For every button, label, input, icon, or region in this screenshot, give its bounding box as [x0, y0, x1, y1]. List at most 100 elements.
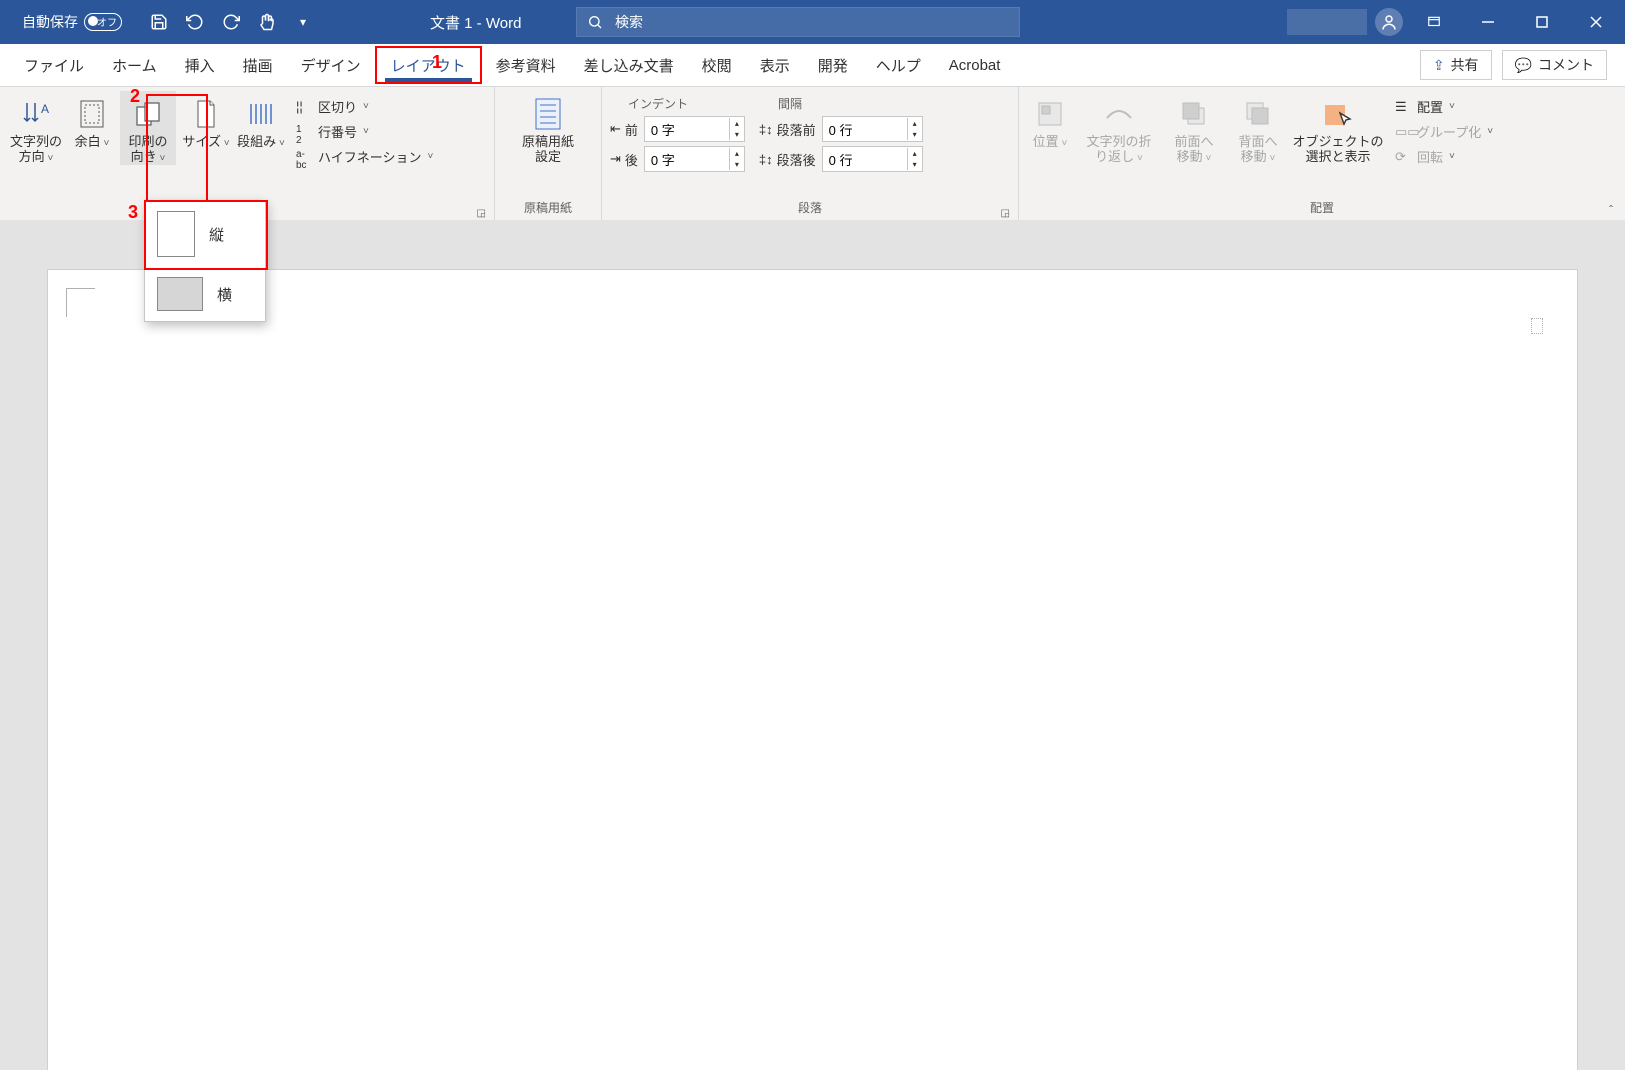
spin-down-icon[interactable]: ▾	[908, 129, 922, 140]
close-button[interactable]	[1573, 0, 1619, 44]
tab-insert[interactable]: 挿入	[171, 44, 229, 86]
group-arrange: 位置 文字列の折 り返し 前面へ 移動 背面へ 移動 オブジェクトの 選択と表示…	[1019, 87, 1625, 221]
margins-icon	[75, 97, 109, 131]
undo-icon[interactable]	[186, 13, 204, 31]
portrait-thumb-icon	[157, 211, 195, 257]
indent-left-icon: ⇤	[610, 121, 621, 137]
share-label: 共有	[1451, 55, 1479, 75]
bring-forward-button: 前面へ 移動	[1165, 91, 1223, 165]
orientation-dropdown: 縦 横	[144, 200, 266, 322]
indent-after-input[interactable]: ▴▾	[644, 146, 745, 172]
tab-home[interactable]: ホーム	[98, 44, 171, 86]
align-icon: ☰	[1395, 99, 1411, 115]
columns-icon	[244, 97, 278, 131]
save-icon[interactable]	[150, 13, 168, 31]
comments-button[interactable]: 💬 コメント	[1502, 50, 1607, 80]
qat-more-icon[interactable]: ▾	[294, 13, 312, 31]
selection-pane-label: オブジェクトの 選択と表示	[1293, 135, 1384, 165]
hyphenation-label: ハイフネーション	[318, 147, 421, 166]
send-backward-label: 背面へ 移動	[1238, 135, 1277, 165]
search-box[interactable]	[576, 7, 1020, 37]
margin-corner-icon	[66, 288, 95, 317]
tab-developer[interactable]: 開発	[804, 44, 862, 86]
size-icon	[189, 97, 223, 131]
user-box[interactable]	[1287, 9, 1367, 35]
spacing-before-input[interactable]: ▴▾	[822, 116, 923, 142]
orientation-portrait-item[interactable]: 縦	[145, 201, 265, 267]
tab-mailings[interactable]: 差し込み文書	[570, 44, 688, 86]
tab-file[interactable]: ファイル	[10, 44, 98, 86]
paragraph-launcher-icon[interactable]: ◲	[1001, 208, 1010, 219]
indent-before-input[interactable]: ▴▾	[644, 116, 745, 142]
text-direction-icon: A	[19, 97, 53, 131]
search-input[interactable]	[613, 13, 1009, 31]
user-avatar-icon[interactable]	[1375, 8, 1403, 36]
columns-button[interactable]: 段組み	[236, 91, 286, 150]
autosave-toggle[interactable]: 自動保存 オフ	[22, 12, 122, 32]
indent-header: インデント	[628, 95, 688, 112]
spin-up-icon[interactable]: ▴	[908, 148, 922, 159]
indent-after-label: 後	[625, 150, 638, 169]
tab-references[interactable]: 参考資料	[482, 44, 570, 86]
group-icon: ▭▭	[1395, 124, 1411, 140]
spin-up-icon[interactable]: ▴	[730, 118, 744, 129]
align-button[interactable]: ☰ 配置	[1395, 97, 1493, 116]
share-button[interactable]: ⇪ 共有	[1420, 50, 1492, 80]
spin-down-icon[interactable]: ▾	[730, 129, 744, 140]
group-manuscript: 原稿用紙 設定 原稿用紙	[495, 87, 602, 221]
wrap-text-icon	[1102, 97, 1136, 131]
rotate-icon: ⟳	[1395, 149, 1411, 165]
spin-up-icon[interactable]: ▴	[730, 148, 744, 159]
tab-acrobat[interactable]: Acrobat	[935, 44, 1015, 86]
spacing-before-label: 段落前	[777, 120, 816, 139]
spacing-header: 間隔	[778, 95, 802, 112]
columns-label: 段組み	[237, 135, 285, 150]
svg-text:A: A	[41, 102, 49, 116]
share-icon: ⇪	[1433, 57, 1445, 74]
touch-icon[interactable]	[258, 13, 276, 31]
rotate-label: 回転	[1417, 147, 1443, 166]
group-objects-button: ▭▭グループ化	[1395, 122, 1493, 141]
collapse-ribbon-icon[interactable]: ˆ	[1609, 203, 1613, 217]
tab-design[interactable]: デザイン	[287, 44, 375, 86]
maximize-button[interactable]	[1519, 0, 1565, 44]
selection-pane-button[interactable]: オブジェクトの 選択と表示	[1293, 91, 1383, 165]
text-direction-button[interactable]: A 文字列の 方向	[8, 91, 64, 165]
wrap-text-label: 文字列の折 り返し	[1086, 135, 1151, 165]
margins-button[interactable]: 余白	[70, 91, 114, 150]
spin-up-icon[interactable]: ▴	[908, 118, 922, 129]
tab-help[interactable]: ヘルプ	[862, 44, 935, 86]
line-numbers-button[interactable]: 12行番号	[296, 122, 433, 141]
orientation-landscape-item[interactable]: 横	[145, 267, 265, 321]
spacing-after-icon: ‡↕	[759, 152, 773, 167]
spacing-after-input[interactable]: ▴▾	[822, 146, 923, 172]
position-button: 位置	[1027, 91, 1073, 150]
page-setup-launcher-icon[interactable]: ◲	[477, 208, 486, 219]
minimize-button[interactable]	[1465, 0, 1511, 44]
tab-review[interactable]: 校閲	[688, 44, 746, 86]
manuscript-button[interactable]: 原稿用紙 設定	[513, 91, 583, 165]
breaks-button[interactable]: ¦¦区切り	[296, 97, 433, 116]
tab-draw[interactable]: 描画	[229, 44, 287, 86]
redo-icon[interactable]	[222, 13, 240, 31]
hyphenation-button[interactable]: a-bcハイフネーション	[296, 147, 433, 166]
ribbon-mode-icon[interactable]	[1411, 0, 1457, 44]
orientation-landscape-label: 横	[217, 284, 232, 305]
search-icon	[587, 14, 603, 30]
tab-view[interactable]: 表示	[746, 44, 804, 86]
bring-forward-label: 前面へ 移動	[1174, 135, 1213, 165]
manuscript-label: 原稿用紙 設定	[522, 135, 574, 165]
size-button[interactable]: サイズ	[182, 91, 230, 150]
spin-down-icon[interactable]: ▾	[730, 159, 744, 170]
orientation-button[interactable]: 印刷の 向き	[120, 91, 176, 165]
tab-layout[interactable]: レイアウト	[375, 46, 482, 84]
manuscript-group-label: 原稿用紙	[503, 199, 593, 221]
orientation-icon	[131, 97, 165, 131]
indent-before-label: 前	[625, 120, 638, 139]
align-label: 配置	[1417, 97, 1443, 116]
page[interactable]	[48, 270, 1577, 1070]
size-label: サイズ	[182, 135, 229, 150]
spin-down-icon[interactable]: ▾	[908, 159, 922, 170]
line-numbers-label: 行番号	[318, 122, 357, 141]
comments-label: コメント	[1538, 55, 1594, 75]
